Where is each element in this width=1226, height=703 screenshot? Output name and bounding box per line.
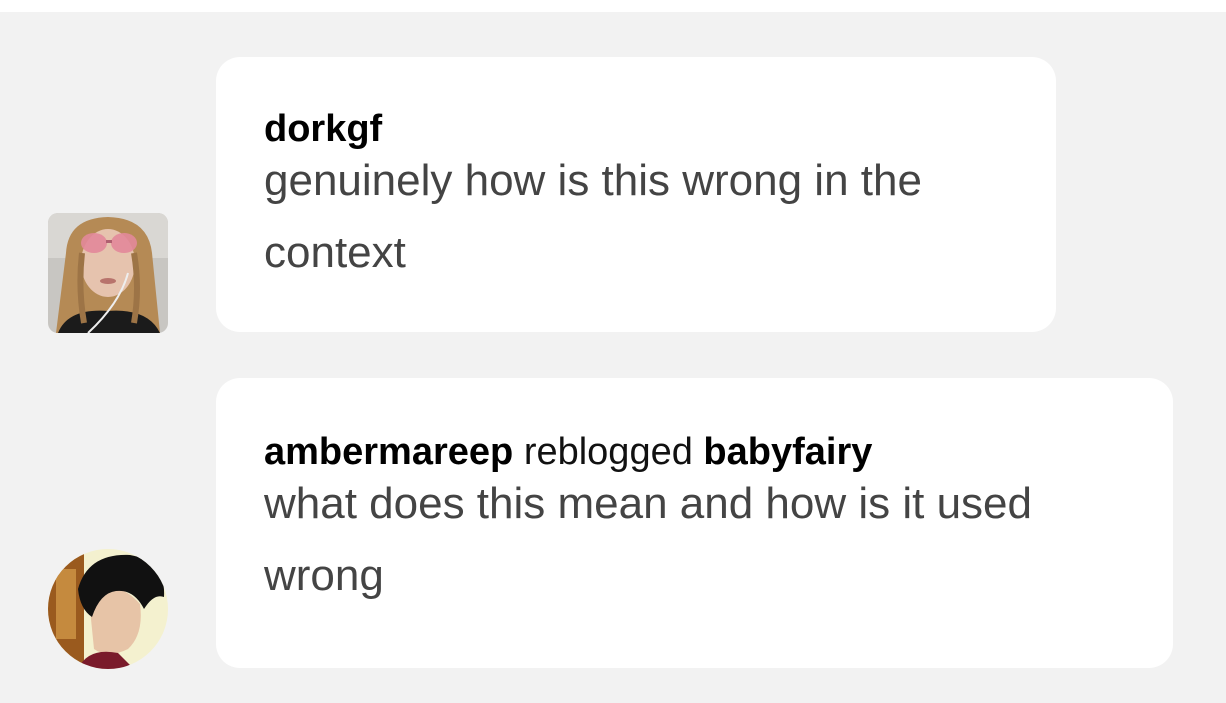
note-bubble: ambermareep reblogged babyfairy what doe… (216, 378, 1173, 668)
top-strip (0, 0, 1226, 12)
avatar-image (48, 549, 168, 669)
note-bubble: dorkgf genuinely how is this wrong in th… (216, 57, 1056, 332)
avatar[interactable] (48, 549, 168, 669)
username-link[interactable]: ambermareep (264, 431, 513, 473)
avatar[interactable] (48, 213, 168, 333)
note-text: what does this mean and how is it used w… (264, 479, 1033, 600)
reblog-action-text: reblogged (523, 431, 693, 473)
avatar-image (48, 213, 168, 333)
reblogged-from-link[interactable]: babyfairy (703, 431, 872, 473)
note-text: genuinely how is this wrong in the conte… (264, 156, 922, 277)
username-link[interactable]: dorkgf (264, 108, 382, 150)
